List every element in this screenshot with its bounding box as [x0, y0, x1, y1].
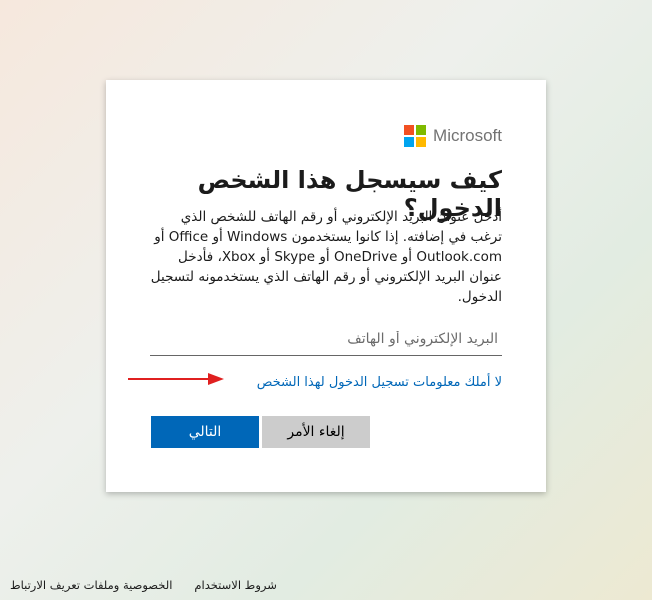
email-or-phone-input[interactable]	[150, 328, 502, 356]
microsoft-logo-icon	[404, 125, 427, 147]
cancel-button[interactable]: إلغاء الأمر	[262, 416, 370, 448]
next-button[interactable]: التالي	[151, 416, 259, 448]
dialog-description: أدخل عنوان البريد الإلكتروني أو رقم الها…	[150, 209, 502, 305]
red-arrow-icon	[128, 373, 224, 385]
footer: شروط الاستخدام الخصوصية وملفات تعريف الا…	[10, 578, 277, 592]
privacy-cookies-link[interactable]: الخصوصية وملفات تعريف الارتباط	[10, 578, 172, 592]
microsoft-wordmark: Microsoft	[433, 126, 502, 145]
microsoft-logo: Microsoft	[404, 125, 502, 147]
sign-in-dialog: Microsoft كيف سيسجل هذا الشخص الدخول؟ أد…	[106, 80, 546, 492]
no-sign-in-info-link[interactable]: لا أملك معلومات تسجيل الدخول لهذا الشخص	[257, 375, 502, 390]
terms-of-use-link[interactable]: شروط الاستخدام	[194, 578, 276, 592]
